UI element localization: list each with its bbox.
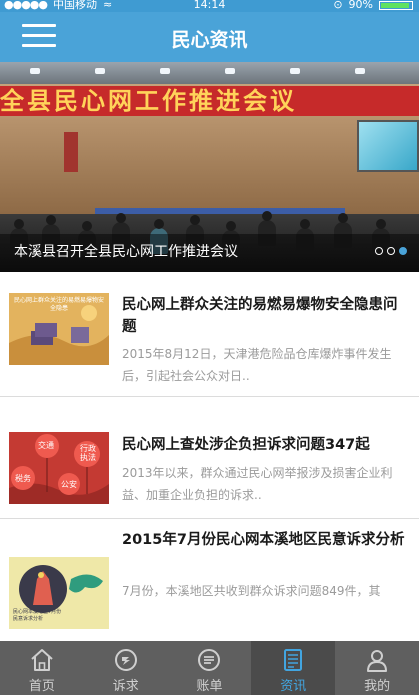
thumb-caption-line: 民意诉求分析 — [13, 616, 44, 622]
banner-photo-stage-text: 全县民心网工作推进会议 — [0, 87, 297, 115]
tab-label: 资讯 — [280, 679, 307, 694]
alarm-icon: ⊙ — [333, 0, 343, 11]
news-thumbnail: 民心网上群众关注的易燃易爆物安全隐患 — [9, 293, 109, 365]
thumb-caption-line: 民心网本溪地区7月份 — [13, 609, 62, 615]
banner-caption: 本溪县召开全县民心网工作推进会议 — [14, 244, 238, 260]
tab-mine[interactable]: 我的 — [335, 641, 419, 695]
thumb-caption: 民心网上群众关注的易燃易爆物安全隐患 — [13, 297, 104, 312]
battery-icon — [379, 1, 413, 10]
news-item[interactable]: 民心网上群众关注的易燃易爆物安全隐患 民心网上群众关注的易燃易爆物安全隐患问题 … — [0, 272, 419, 397]
banner-pager — [375, 247, 407, 255]
home-icon — [31, 649, 53, 671]
news-thumbnail: 民心网本溪地区7月份 民意诉求分析 — [9, 557, 109, 629]
news-item[interactable]: 交通 行政执法 税务 公安 民心网上查处涉企负担诉求问题347起 2013年以来… — [0, 397, 419, 519]
banner-photo-screen — [357, 120, 419, 172]
app-header: 民心资讯 — [0, 12, 419, 62]
news-title: 2015年7月份民心网本溪地区民意诉求分析 — [122, 532, 405, 548]
banner-photo-ceiling — [0, 62, 419, 84]
news-summary: 7月份，本溪地区共收到群众诉求问题849件，其 — [122, 584, 381, 598]
status-bar: ●●●●● 中国移动 ≈ 14:14 ⊙ 90% — [0, 0, 419, 12]
tab-label: 账单 — [196, 679, 223, 694]
tab-news[interactable]: 资讯 — [251, 641, 336, 695]
tab-label: 我的 — [364, 679, 391, 694]
banner-photo-door — [64, 132, 78, 172]
tab-home[interactable]: 首页 — [0, 641, 84, 695]
page-title: 民心资讯 — [171, 29, 248, 51]
bubble-label: 税务 — [15, 474, 31, 483]
status-right: ⊙ 90% — [333, 0, 413, 11]
appeal-bubbles-illustration — [9, 432, 109, 504]
user-icon — [367, 650, 388, 672]
tab-appeal[interactable]: 诉求 — [84, 641, 168, 695]
news-item[interactable]: 民心网本溪地区7月份 民意诉求分析 2015年7月份民心网本溪地区民意诉求分析 … — [0, 519, 419, 642]
news-icon — [284, 649, 303, 671]
pager-dot-active[interactable] — [399, 247, 407, 255]
tab-bill[interactable]: 账单 — [168, 641, 252, 695]
tab-bar: 首页 诉求 账单 资讯 我的 — [0, 641, 419, 695]
battery-percent: 90% — [348, 0, 373, 11]
news-summary: 2015年8月12日，天津港危险品仓库爆炸事件发生后，引起社会公众对日.. — [122, 347, 392, 383]
pager-dot[interactable] — [375, 247, 383, 255]
news-summary: 2013年以来，群众通过民心网举报涉及损害企业利益、加重企业负担的诉求.. — [122, 466, 393, 502]
bill-icon — [198, 649, 221, 671]
appeal-icon — [114, 649, 137, 671]
tab-label: 诉求 — [112, 679, 139, 694]
bubble-label: 公安 — [61, 480, 77, 489]
bubble-label: 行政执法 — [80, 444, 96, 462]
news-title: 民心网上群众关注的易燃易爆物安全隐患问题 — [122, 297, 398, 335]
banner-carousel[interactable]: 全县民心网工作推进会议 本溪县召开全县民心网工作推进会议 — [0, 62, 419, 272]
pager-dot[interactable] — [387, 247, 395, 255]
thumb-caption: 民心网本溪地区7月份 民意诉求分析 — [13, 609, 73, 623]
bubble-label: 交通 — [38, 441, 54, 450]
tab-label: 首页 — [28, 679, 55, 694]
news-thumbnail: 交通 行政执法 税务 公安 — [9, 432, 109, 504]
news-list: 民心网上群众关注的易燃易爆物安全隐患 民心网上群众关注的易燃易爆物安全隐患问题 … — [0, 272, 419, 642]
news-title: 民心网上查处涉企负担诉求问题347起 — [122, 437, 370, 453]
